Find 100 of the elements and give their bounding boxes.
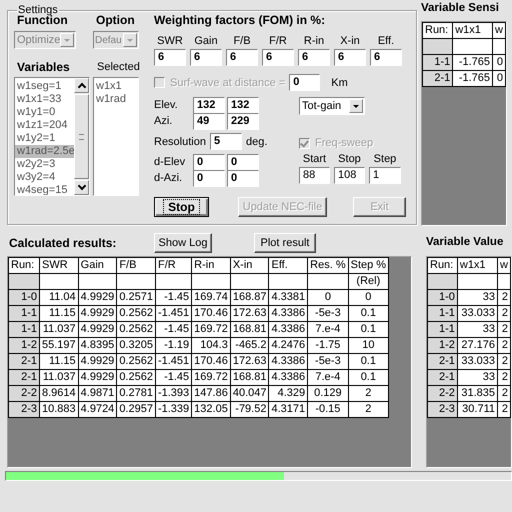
weight-field[interactable]: 6: [154, 49, 186, 66]
table-cell: 4.329: [268, 386, 308, 402]
variable-item[interactable]: w1y1=0: [15, 106, 74, 119]
results-button[interactable]: Show Log: [154, 233, 212, 253]
table-cell: -5e-3: [308, 354, 348, 370]
weight-field[interactable]: 6: [262, 49, 294, 66]
run-header: 2-1: [428, 354, 458, 370]
variable-item[interactable]: w1x1=33: [15, 93, 74, 106]
table-cell: 2: [348, 386, 389, 402]
table-cell: 4.9871: [78, 386, 117, 402]
variable-item[interactable]: w4seg=15: [15, 184, 74, 195]
weight-label: Gain: [193, 35, 219, 48]
table-cell: 0.1: [348, 370, 389, 386]
weight-field[interactable]: 6: [298, 49, 330, 66]
weight-label: R-in: [302, 35, 326, 48]
selected-item[interactable]: w1rad: [94, 93, 138, 106]
table-cell: 0.2957: [116, 402, 156, 418]
table-cell: 4.3386: [268, 354, 308, 370]
table-cell: 0.129: [308, 386, 348, 402]
delta-field[interactable]: 0: [227, 170, 259, 186]
table-cell: 4.3381: [268, 290, 308, 306]
results-button[interactable]: Plot result: [254, 233, 316, 253]
delta-field[interactable]: 0: [227, 154, 259, 170]
table-cell: 0.1: [348, 306, 389, 322]
table-cell: 168.81: [230, 370, 269, 386]
table-cell: 4.9929: [78, 354, 117, 370]
column-header: F/B: [116, 258, 156, 274]
angle-field[interactable]: 229: [227, 112, 259, 130]
group-title: Settings: [18, 4, 58, 16]
variable-item[interactable]: w3y2=4: [15, 171, 74, 184]
run-header: 2-1: [8, 370, 40, 386]
table-cell: -1.765: [452, 70, 493, 86]
delta-label: d-Elev: [154, 156, 186, 168]
table-cell: 0: [308, 290, 348, 306]
resolution-field[interactable]: 5: [210, 133, 242, 150]
table-cell: 0.2562: [116, 306, 156, 322]
table-cell: 33.033: [457, 306, 498, 322]
table-cell: -79.52: [230, 402, 269, 418]
delta-field[interactable]: 0: [193, 170, 225, 186]
delta-field[interactable]: 0: [193, 154, 225, 170]
table-cell: 172.63: [230, 354, 269, 370]
variable-item[interactable]: w1z1=204: [15, 119, 74, 132]
sweep-label: Step: [372, 153, 398, 166]
selected-list[interactable]: w1x1 w1rad: [93, 77, 139, 196]
weight-field[interactable]: 6: [190, 49, 222, 66]
variable-item[interactable]: w2y2=3: [15, 158, 74, 171]
table-cell: 0: [348, 290, 389, 306]
table-cell: -1.75: [308, 338, 348, 354]
scroll-up-icon[interactable]: [74, 78, 89, 93]
table-cell: 4.8395: [78, 338, 117, 354]
weight-field[interactable]: 6: [226, 49, 258, 66]
run-header: 1-2: [428, 338, 458, 354]
scrollbar[interactable]: [74, 78, 89, 195]
table-cell: 10: [348, 338, 389, 354]
column-header: w1x1: [457, 258, 498, 274]
table-cell: 169.72: [192, 370, 230, 386]
variable-item[interactable]: w1rad=2.5e: [15, 145, 74, 158]
angle-field[interactable]: 132: [227, 96, 259, 114]
weighting-title: Weighting factors (FOM) in %:: [154, 13, 326, 28]
table-cell: 0.3205: [116, 338, 156, 354]
action-button[interactable]: Stop: [154, 197, 209, 217]
table-cell: 172.63: [230, 306, 269, 322]
freq-sweep-label: Freq-sweep: [315, 137, 374, 149]
table-cell: 40.047: [230, 386, 269, 402]
variable-item[interactable]: w1y2=1: [15, 132, 74, 145]
table-cell: 132.05: [192, 402, 230, 418]
run-header: 1-2: [8, 338, 40, 354]
weight-label: SWR: [156, 35, 184, 48]
selected-item[interactable]: w1x1: [94, 80, 138, 93]
table-cell: 33.033: [457, 354, 498, 370]
table-cell: 27.176: [457, 338, 498, 354]
weight-field[interactable]: 6: [334, 49, 366, 66]
table-cell: 170.46: [192, 306, 230, 322]
surf-wave-label: Surf-wave at distance =: [170, 76, 286, 88]
table-cell: 55.197: [40, 338, 78, 354]
unit-label: deg.: [246, 136, 268, 148]
table-cell: 33: [457, 322, 498, 338]
weight-label: F/R: [268, 35, 288, 48]
run-header: 1-1: [422, 54, 453, 70]
table-cell: 0.2571: [116, 290, 156, 306]
sweep-label: Start: [302, 153, 328, 166]
table-cell: 11.037: [40, 370, 78, 386]
scroll-down-icon[interactable]: [74, 180, 89, 195]
angle-field[interactable]: 49: [193, 112, 225, 130]
table-cell: 0.1: [348, 354, 389, 370]
gain-type-dropdown[interactable]: Tot-gain: [299, 97, 365, 115]
column-header: Res. %: [308, 258, 348, 274]
column-header: Step %: [348, 258, 389, 274]
run-header: 1-1: [428, 306, 458, 322]
table-cell: -1.339: [155, 402, 192, 418]
table-cell: -1.451: [155, 354, 192, 370]
table-cell: 0.2562: [116, 322, 156, 338]
table-cell: 7.e-4: [308, 322, 348, 338]
angle-field[interactable]: 132: [193, 96, 225, 114]
table-cell: 4.9929: [78, 306, 117, 322]
table-cell: 4.2476: [268, 338, 308, 354]
selected-label: Selected: [96, 60, 139, 75]
variables-list[interactable]: w1seg=1 w1x1=33 w1y1=0 w1z1=204 w1y2=1 w1rad=2.5e w2y2=3 w3y2=4 w4seg=15: [14, 77, 90, 196]
variable-item[interactable]: w1seg=1: [15, 80, 74, 93]
weight-field[interactable]: 6: [370, 49, 402, 66]
